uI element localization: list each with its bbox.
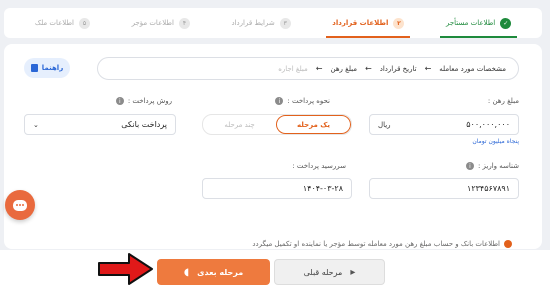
arrow-left-icon: ←: [424, 64, 432, 73]
payment-type-label-text: روش پرداخت :: [127, 97, 172, 105]
support-chat-button[interactable]: [5, 190, 35, 220]
payment-method-toggle[interactable]: یک مرحله چند مرحله: [202, 114, 352, 135]
book-icon: [30, 64, 38, 72]
arrow-left-icon: ←: [315, 64, 323, 73]
previous-step-button[interactable]: ▸ مرحله قبلی: [274, 259, 385, 285]
option-single-stage[interactable]: یک مرحله: [276, 115, 351, 134]
guide-label: راهنما: [41, 64, 64, 72]
step-label: اطلاعات مستأجر: [445, 19, 496, 27]
arrow-left-icon: ←: [365, 64, 372, 73]
deposit-id-value: ۱۲۳۴۵۶۷۸۹۱: [467, 184, 510, 193]
breadcrumb-item[interactable]: تاریخ قرارداد: [380, 65, 417, 73]
step-contract-terms[interactable]: ۳ شرایط قرارداد: [232, 8, 291, 38]
info-icon[interactable]: i: [275, 97, 284, 105]
due-date-value: ۱۴۰۴-۰۳-۲۸: [302, 184, 343, 193]
payment-method-label: نحوه پرداخت : i: [275, 97, 330, 105]
payment-type-select[interactable]: پرداخت بانکی ⌄: [24, 114, 176, 135]
deposit-amount-field[interactable]: ۵۰۰,۰۰۰,۰۰۰ ریال: [369, 114, 519, 135]
deposit-value: ۵۰۰,۰۰۰,۰۰۰: [466, 120, 510, 129]
selected-value: پرداخت بانکی: [121, 120, 167, 129]
deposit-label: مبلغ رهن :: [488, 97, 519, 105]
chevron-down-icon: ⌄: [33, 120, 39, 129]
next-step-button[interactable]: مرحله بعدی ◖: [157, 259, 270, 285]
deposit-id-field[interactable]: ۱۲۳۴۵۶۷۸۹۱: [369, 178, 519, 199]
warning-icon: [504, 240, 512, 248]
step-label: اطلاعات ملک: [34, 19, 74, 27]
breadcrumb-item[interactable]: مشخصات مورد معامله: [439, 65, 506, 73]
guide-button[interactable]: راهنما: [24, 58, 70, 78]
due-date-field[interactable]: ۱۴۰۴-۰۳-۲۸: [202, 178, 352, 199]
notice-text: اطلاعات بانک و حساب مبلغ رهن مورد معامله…: [252, 240, 500, 248]
chat-icon: [13, 199, 27, 211]
info-icon[interactable]: i: [465, 162, 474, 170]
breadcrumb: مشخصات مورد معامله ← تاریخ قرارداد ← مبل…: [97, 57, 519, 80]
step-tenant-info[interactable]: ✓ اطلاعات مستأجر: [439, 8, 518, 38]
breadcrumb-item[interactable]: مبلغ اجاره: [278, 65, 308, 73]
step-landlord-info[interactable]: ۴ اطلاعات مؤجر: [132, 8, 190, 38]
step-number: ۵: [79, 17, 90, 29]
step-property-info[interactable]: ۵ اطلاعات ملک: [35, 8, 90, 38]
step-label: اطلاعات مؤجر: [131, 19, 174, 27]
deposit-in-words: پنجاه میلیون تومان: [472, 138, 519, 145]
currency-unit: ریال: [378, 120, 391, 129]
step-number: ۲: [393, 17, 405, 29]
step-label: شرایط قرارداد: [231, 19, 275, 27]
arrow-left-icon: ◖: [183, 266, 190, 278]
progress-stepper: ✓ اطلاعات مستأجر ۲ اطلاعات قرارداد ۳ شرا…: [4, 8, 542, 38]
option-multi-stage[interactable]: چند مرحله: [203, 115, 276, 134]
contract-info-card: مشخصات مورد معامله ← تاریخ قرارداد ← مبل…: [4, 44, 542, 249]
due-date-label-text: سررسید پرداخت :: [292, 162, 346, 170]
step-number: ۳: [279, 17, 291, 29]
step-contract-info[interactable]: ۲ اطلاعات قرارداد: [326, 8, 411, 38]
payment-type-label: روش پرداخت : i: [115, 97, 172, 105]
deposit-id-label-text: شناسه واریز :: [477, 162, 519, 170]
due-date-label: سررسید پرداخت :: [292, 162, 346, 170]
deposit-id-label: شناسه واریز : i: [465, 162, 519, 170]
next-step-label: مرحله بعدی: [197, 267, 244, 277]
previous-step-label: مرحله قبلی: [303, 267, 343, 277]
step-number: ۴: [178, 17, 190, 29]
info-icon[interactable]: i: [115, 97, 124, 105]
arrow-right-icon: ▸: [350, 266, 356, 278]
annotation-arrow-icon: [98, 253, 153, 285]
info-notice: اطلاعات بانک و حساب مبلغ رهن مورد معامله…: [32, 238, 512, 249]
step-label: اطلاعات قرارداد: [332, 19, 389, 27]
payment-method-label-text: نحوه پرداخت :: [287, 97, 330, 105]
breadcrumb-item[interactable]: مبلغ رهن: [330, 65, 357, 73]
check-icon: ✓: [500, 17, 512, 29]
deposit-label-text: مبلغ رهن :: [487, 97, 519, 105]
